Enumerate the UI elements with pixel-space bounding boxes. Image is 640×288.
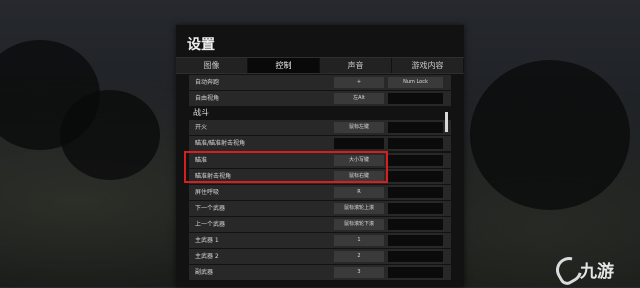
secondary-key-field[interactable] — [388, 138, 443, 149]
primary-key-field[interactable]: + — [334, 77, 384, 88]
keybind-label: 副武器 — [195, 269, 214, 276]
keybind-row-hold-breath: 屏住呼吸 R — [189, 185, 451, 200]
primary-key-field[interactable]: 鼠标滚轮上滚 — [334, 203, 384, 214]
primary-key-field[interactable]: 鼠标左键 — [334, 122, 384, 133]
primary-key-field[interactable]: 1 — [334, 235, 384, 246]
keybind-row-secondary-weapon: 副武器 3 — [189, 265, 451, 280]
tab-controls[interactable]: 控制 — [248, 58, 320, 73]
secondary-key-field[interactable] — [388, 267, 443, 278]
secondary-key-field[interactable] — [388, 171, 443, 182]
background-tree — [60, 90, 160, 180]
secondary-key-field[interactable] — [388, 219, 443, 230]
secondary-key-field[interactable] — [388, 155, 443, 166]
secondary-key-field[interactable]: Num Lock — [388, 77, 443, 88]
keybind-row-next-weapon: 下一个武器 鼠标滚轮上滚 — [189, 201, 451, 216]
keybind-label: 下一个武器 — [195, 205, 226, 212]
keybind-label: 开火 — [195, 124, 208, 131]
settings-dialog: 设置 图像 控制 声音 游戏内容 自动奔跑 + Num Lock 自由视角 左A… — [176, 25, 464, 287]
keybind-label: 自由视角 — [195, 95, 220, 102]
tab-graphics[interactable]: 图像 — [176, 58, 248, 73]
secondary-key-field[interactable] — [388, 93, 443, 104]
keybind-label: 主武器 1 — [195, 237, 219, 244]
primary-key-field[interactable]: 2 — [334, 251, 384, 262]
watermark-text: 九游 — [580, 262, 614, 282]
scrollbar-thumb[interactable] — [445, 112, 448, 132]
dialog-title: 设置 — [187, 37, 215, 53]
primary-key-field[interactable]: R — [334, 187, 384, 198]
keybind-row-primary-weapon-2: 主武器 2 2 — [189, 249, 451, 264]
secondary-key-field[interactable] — [388, 251, 443, 262]
keybind-row-auto-run: 自动奔跑 + Num Lock — [189, 75, 451, 90]
secondary-key-field[interactable] — [388, 235, 443, 246]
keybind-label: 主武器 2 — [195, 253, 219, 260]
keybind-row-free-look: 自由视角 左Alt — [189, 91, 451, 106]
keybind-row-fire: 开火 鼠标左键 — [189, 120, 451, 135]
keybind-label: 自动奔跑 — [195, 79, 220, 86]
settings-tabs: 图像 控制 声音 游戏内容 — [176, 57, 464, 74]
section-combat-title: 战斗 — [193, 108, 209, 117]
keybind-row-aim-ads: 瞄准/瞄准射击视角 — [189, 136, 451, 151]
tab-sound[interactable]: 声音 — [320, 58, 392, 73]
keybind-label: 屏住呼吸 — [195, 189, 220, 196]
primary-key-field[interactable] — [334, 138, 384, 149]
secondary-key-field[interactable] — [388, 122, 443, 133]
secondary-key-field[interactable] — [388, 187, 443, 198]
primary-key-field[interactable]: 左Alt — [334, 93, 384, 104]
secondary-key-field[interactable] — [388, 203, 443, 214]
watermark-logo: 九游 — [551, 252, 628, 288]
tab-gameplay[interactable]: 游戏内容 — [392, 58, 464, 73]
keybind-label: 上一个武器 — [195, 221, 226, 228]
primary-key-field[interactable]: 鼠标滚轮下滚 — [334, 219, 384, 230]
red-highlight-box — [184, 151, 388, 183]
keybind-row-primary-weapon-1: 主武器 1 1 — [189, 233, 451, 248]
background-tree — [470, 60, 630, 210]
keybind-row-prev-weapon: 上一个武器 鼠标滚轮下滚 — [189, 217, 451, 232]
keybind-label: 瞄准/瞄准射击视角 — [195, 140, 246, 147]
primary-key-field[interactable]: 3 — [334, 267, 384, 278]
